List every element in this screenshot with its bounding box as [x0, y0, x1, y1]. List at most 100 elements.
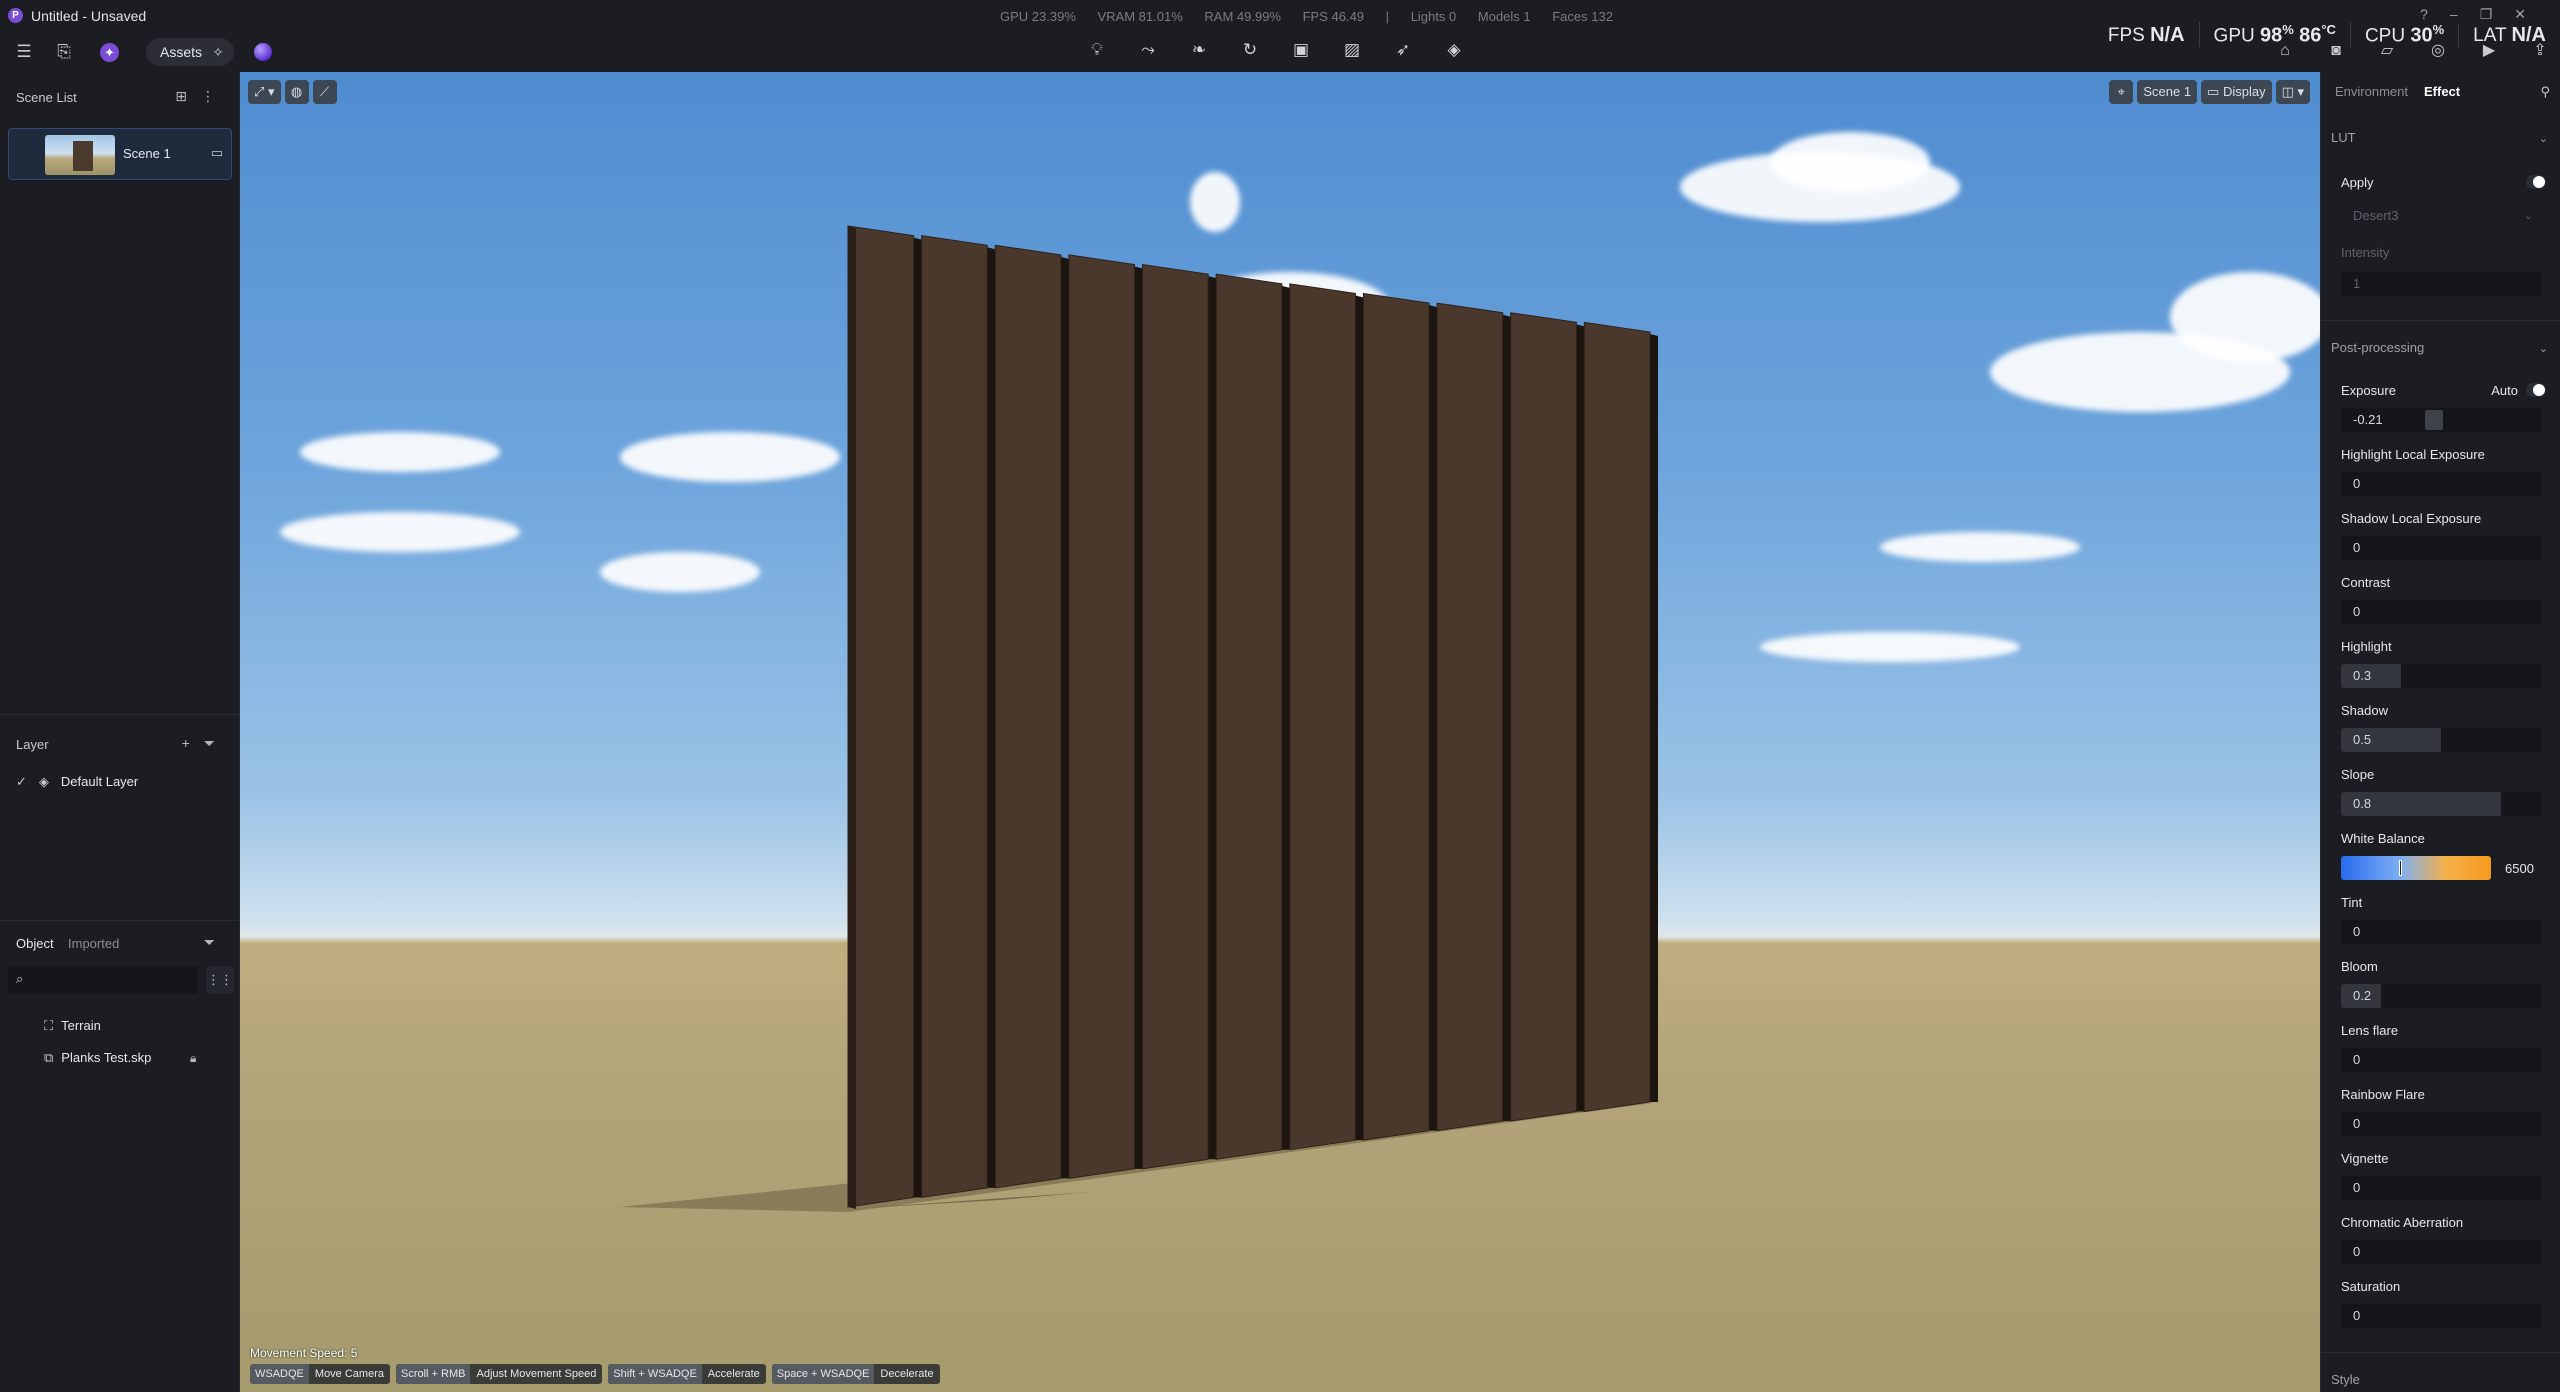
refresh-icon[interactable]: ↻	[1238, 40, 1262, 60]
window-title: Untitled - Unsaved	[31, 8, 147, 24]
scene-button[interactable]: Scene 1	[2137, 80, 2198, 104]
search-input[interactable]	[36, 970, 186, 990]
close-button[interactable]: ✕	[2514, 6, 2548, 22]
slider-handle[interactable]	[2425, 410, 2443, 430]
tint-label: Tint	[2341, 895, 2363, 910]
grid-view-button[interactable]: ⋮⋮	[206, 966, 234, 994]
tab-imported[interactable]: Imported	[68, 936, 119, 951]
minimize-button[interactable]: –	[2450, 6, 2480, 22]
maximize-button[interactable]: ❐	[2480, 6, 2515, 22]
top-bar: P Untitled - Unsaved GPU 23.39% VRAM 81.…	[0, 0, 2560, 72]
object-filter: ⏷	[204, 934, 229, 951]
lut-preset-select[interactable]: Desert3 ⌄	[2341, 204, 2541, 228]
slope-slider[interactable]: 0.8	[2341, 792, 2541, 816]
layers-icon[interactable]: ◈	[1442, 40, 1466, 60]
camera-rig-icon[interactable]: ▣	[1289, 40, 1313, 60]
auto-exposure-toggle[interactable]	[2526, 383, 2546, 397]
highlight-slider[interactable]: 0.3	[2341, 664, 2541, 688]
plank[interactable]	[1510, 312, 1577, 1122]
light-bulb-icon[interactable]: 💡︎	[1085, 40, 1109, 60]
vr-icon[interactable]: ◙	[2324, 42, 2348, 60]
apply-toggle[interactable]	[2526, 175, 2546, 189]
hint-chip: Shift + WSADQE Accelerate	[608, 1364, 766, 1384]
plank[interactable]	[1583, 321, 1651, 1113]
screenshot-icon[interactable]: ⌖	[2109, 80, 2134, 104]
chevron-down-icon[interactable]: ⌄	[2539, 132, 2548, 145]
tab-object[interactable]: Object	[16, 936, 54, 951]
camera-icon[interactable]: ◎	[2426, 40, 2450, 60]
exposure-slider[interactable]: -0.21	[2341, 408, 2541, 432]
vignette-field[interactable]: 0	[2341, 1176, 2541, 1200]
check-icon[interactable]: ✓	[16, 774, 27, 789]
camera-icon[interactable]: ▭	[211, 145, 223, 161]
plank-fence-model[interactable]	[240, 72, 2320, 1392]
measure-icon[interactable]: ⟋	[312, 80, 337, 104]
globe-icon[interactable]: ◍	[284, 80, 309, 104]
saturation-field[interactable]: 0	[2341, 1304, 2541, 1328]
add-scene-icon[interactable]: ⊞	[175, 88, 201, 104]
hamburger-menu-icon[interactable]: ☰	[12, 40, 36, 64]
slider-handle[interactable]	[2399, 860, 2402, 876]
scene-list-title: Scene List	[16, 90, 77, 105]
list-item[interactable]: ⛶ Terrain	[44, 1018, 101, 1034]
plank[interactable]	[1068, 254, 1136, 1179]
window-controls: ?–❐✕	[2420, 6, 2548, 23]
intensity-field[interactable]: 1	[2341, 272, 2541, 296]
add-icon[interactable]: ✦	[100, 43, 119, 62]
path-tool-icon[interactable]: ⤳	[1136, 40, 1160, 60]
plank[interactable]	[1362, 292, 1430, 1141]
transform-tool-icon[interactable]: ⤢ ▾	[248, 80, 281, 104]
new-file-icon[interactable]: ⎘	[52, 40, 76, 64]
material-icon[interactable]: ▨	[1340, 40, 1364, 60]
chromatic-aberration-field[interactable]: 0	[2341, 1240, 2541, 1264]
lock-icon[interactable]: 🔒︎	[190, 1051, 196, 1066]
list-item[interactable]: ⧉ Planks Test.skp	[44, 1050, 151, 1066]
plank[interactable]	[1289, 283, 1356, 1151]
bloom-slider[interactable]: 0.2	[2341, 984, 2541, 1008]
plank[interactable]	[1436, 302, 1504, 1132]
tab-environment[interactable]: Environment	[2335, 84, 2408, 99]
contrast-field[interactable]: 0	[2341, 600, 2541, 624]
3d-viewport[interactable]: ⤢ ▾ ◍ ⟋ ⌖ Scene 1 ▭ Display ◫ ▾ Movement Spee…	[240, 72, 2320, 1392]
scene-item[interactable]: Scene 1 ▭	[8, 128, 232, 180]
filter-icon[interactable]: ⏷	[204, 735, 229, 751]
plank[interactable]	[994, 244, 1062, 1189]
right-panel: Environment Effect ⚲ LUT ⌄ Apply Desert3 ⌄…	[2320, 72, 2560, 1392]
app-logo-icon: P	[8, 8, 23, 23]
leaf-icon[interactable]: ❧	[1187, 40, 1211, 60]
plank[interactable]	[1142, 263, 1209, 1170]
help-button[interactable]: ?	[2420, 6, 2450, 22]
plank-gap	[1650, 334, 1658, 1102]
planks-group	[847, 225, 1658, 1209]
filter-icon[interactable]: ⏷	[204, 934, 229, 950]
tint-field[interactable]: 0	[2341, 920, 2541, 944]
highlight-local-exposure-field[interactable]: 0	[2341, 472, 2541, 496]
white-balance-slider[interactable]	[2341, 856, 2491, 880]
assets-button[interactable]: Assets ✧	[146, 38, 234, 66]
shadow-slider[interactable]: 0.5	[2341, 728, 2541, 752]
image-render-icon[interactable]: ▱	[2375, 40, 2399, 60]
assets-label: Assets	[160, 44, 203, 60]
plank[interactable]	[847, 225, 915, 1208]
chevron-down-icon[interactable]: ⌄	[2539, 342, 2548, 355]
terrain-icon: ⛶	[44, 1018, 54, 1033]
plank[interactable]	[921, 235, 988, 1199]
tab-effect[interactable]: Effect	[2424, 84, 2460, 99]
render-queue-icon[interactable]: ⌂	[2273, 42, 2297, 60]
rainbow-flare-field[interactable]: 0	[2341, 1112, 2541, 1136]
plank[interactable]	[1215, 273, 1283, 1160]
selection-arrow-icon[interactable]: ➶	[1391, 40, 1415, 60]
export-icon[interactable]: ⇪	[2528, 40, 2552, 60]
pin-icon[interactable]: ⚲	[2540, 84, 2550, 100]
add-layer-icon[interactable]: +	[182, 735, 204, 751]
display-button[interactable]: ▭ Display	[2201, 80, 2272, 104]
layer-item[interactable]: ✓ ◈ Default Layer	[16, 774, 138, 790]
ai-orb-icon[interactable]	[254, 43, 272, 61]
more-options-icon[interactable]: ⋮	[201, 88, 229, 104]
lens-flare-field[interactable]: 0	[2341, 1048, 2541, 1072]
left-panel: Scene List ⊞⋮ Scene 1 ▭ Layer +⏷ ✓ ◈ Defau…	[0, 72, 240, 1392]
video-render-icon[interactable]: ▶	[2477, 40, 2501, 60]
slider-fill	[2341, 664, 2401, 688]
camera-view-icon[interactable]: ◫ ▾	[2275, 80, 2310, 104]
shadow-local-exposure-field[interactable]: 0	[2341, 536, 2541, 560]
